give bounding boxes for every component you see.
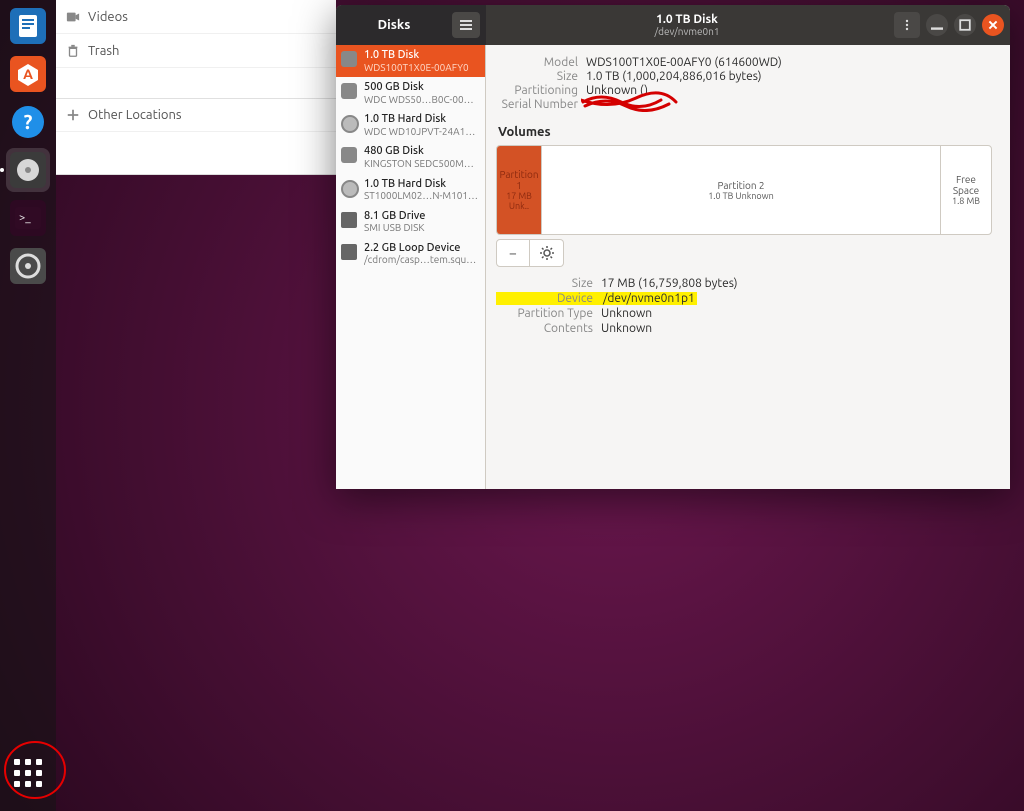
value-model: WDS100T1X0E-00AFY0 (614600WD) [586, 56, 782, 69]
files-trash[interactable]: Trash [56, 34, 336, 68]
files-label: Videos [88, 10, 128, 24]
dock-terminal[interactable]: >_ [6, 196, 50, 240]
files-videos[interactable]: Videos [56, 0, 336, 34]
disk-sub: KINGSTON SEDC500M480G [364, 158, 479, 170]
disk-name: 8.1 GB Drive [364, 210, 479, 223]
svg-text:>_: >_ [19, 212, 31, 224]
disk-name: 1.0 TB Disk [364, 49, 479, 62]
label-sel-contents: Contents [496, 322, 601, 335]
value-sel-contents: Unknown [601, 322, 652, 335]
volume-bar: Partition 117 MB Unk..Partition 21.0 TB … [496, 145, 992, 235]
annotation-circle [2, 739, 68, 801]
disk-sub: SMI USB DISK [364, 222, 479, 234]
partition-options-button[interactable] [530, 239, 564, 267]
dock-backups[interactable] [6, 244, 50, 288]
files-sidebar: Videos Trash Other Locations [56, 0, 336, 175]
svg-text:?: ? [24, 110, 33, 133]
minimize-button[interactable] [926, 14, 948, 36]
close-button[interactable] [982, 14, 1004, 36]
value-sel-size: 17 MB (16,759,808 bytes) [601, 277, 738, 290]
disk-item[interactable]: 1.0 TB Hard DiskWDC WD10JPVT-24A1YT0 [336, 109, 485, 141]
disks-titlebar[interactable]: Disks 1.0 TB Disk /dev/nvme0n1 [336, 5, 1010, 45]
minimize-icon [931, 19, 943, 31]
disk-name: 480 GB Disk [364, 145, 479, 158]
disk-title: 1.0 TB Disk [656, 13, 718, 26]
plus-icon [66, 108, 80, 122]
disk-name: 1.0 TB Hard Disk [364, 178, 479, 191]
disk-name: 500 GB Disk [364, 81, 479, 94]
maximize-button[interactable] [954, 14, 976, 36]
svg-text:A: A [23, 66, 33, 82]
dock-writer[interactable] [6, 4, 50, 48]
volume-actions: − [496, 239, 992, 267]
disk-sub: WDS100T1X0E-00AFY0 [364, 62, 479, 74]
volumes-heading: Volumes [498, 125, 992, 139]
ubuntu-dock: A ? >_ [0, 0, 56, 811]
app-title: Disks [336, 18, 452, 32]
hamburger-icon [460, 19, 472, 31]
segment-name: Partition 2 [717, 180, 764, 191]
header-center: 1.0 TB Disk /dev/nvme0n1 [486, 5, 888, 45]
segment-sub: 1.0 TB Unknown [708, 191, 774, 201]
header-left: Disks [336, 5, 486, 45]
header-right [888, 5, 1010, 45]
dock-help[interactable]: ? [6, 100, 50, 144]
volume-segment[interactable]: Partition 117 MB Unk.. [497, 146, 542, 234]
disk-name: 2.2 GB Loop Device [364, 242, 479, 255]
files-other-locations[interactable]: Other Locations [56, 98, 336, 132]
disk-path: /dev/nvme0n1 [655, 26, 720, 37]
label-size: Size [496, 70, 586, 83]
files-label: Other Locations [88, 108, 182, 122]
volume-segment[interactable]: Free Space1.8 MB [941, 146, 991, 234]
segment-name: Free Space [944, 174, 988, 196]
segment-sub: 1.8 MB [952, 196, 980, 206]
kebab-icon [901, 19, 913, 31]
remove-partition-button[interactable]: − [496, 239, 530, 267]
disk-item[interactable]: 500 GB DiskWDC WDS50…B0C-00PXH0 [336, 77, 485, 109]
disk-item[interactable]: 8.1 GB DriveSMI USB DISK [336, 206, 485, 238]
label-serial: Serial Number [496, 98, 586, 111]
disk-sub: WDC WDS50…B0C-00PXH0 [364, 94, 479, 106]
disk-sub: /cdrom/casp…tem.squashfs [364, 254, 479, 266]
disk-item[interactable]: 2.2 GB Loop Device/cdrom/casp…tem.squash… [336, 238, 485, 270]
label-sel-size: Size [496, 277, 601, 290]
label-partitioning: Partitioning [496, 84, 586, 97]
label-sel-device: Device [496, 292, 601, 305]
scribble-icon [581, 90, 681, 112]
gear-icon [540, 246, 554, 260]
disk-item[interactable]: 1.0 TB DiskWDS100T1X0E-00AFY0 [336, 45, 485, 77]
disks-window: Disks 1.0 TB Disk /dev/nvme0n1 1.0 TB [336, 5, 1010, 489]
label-sel-ptype: Partition Type [496, 307, 601, 320]
disk-list[interactable]: 1.0 TB DiskWDS100T1X0E-00AFY0500 GB Disk… [336, 45, 486, 489]
disk-sub: WDC WD10JPVT-24A1YT0 [364, 126, 479, 138]
label-model: Model [496, 56, 586, 69]
video-icon [66, 10, 80, 24]
disk-item[interactable]: 480 GB DiskKINGSTON SEDC500M480G [336, 141, 485, 173]
segment-sub: 17 MB Unk.. [500, 191, 538, 211]
dock-software[interactable]: A [6, 52, 50, 96]
segment-name: Partition 1 [499, 169, 538, 191]
close-icon [987, 19, 999, 31]
disk-item[interactable]: 1.0 TB Hard DiskST1000LM02…N-M101MBB [336, 174, 485, 206]
value-sel-device: /dev/nvme0n1p1 [601, 292, 697, 305]
drive-menu-button[interactable] [894, 12, 920, 38]
disk-sub: ST1000LM02…N-M101MBB [364, 190, 479, 202]
dock-disks[interactable] [6, 148, 50, 192]
disk-name: 1.0 TB Hard Disk [364, 113, 479, 126]
hamburger-button[interactable] [452, 12, 480, 38]
disk-detail: ModelWDS100T1X0E-00AFY0 (614600WD) Size1… [486, 45, 1010, 489]
trash-icon [66, 44, 80, 58]
maximize-icon [959, 19, 971, 31]
value-sel-ptype: Unknown [601, 307, 652, 320]
volume-segment[interactable]: Partition 21.0 TB Unknown [542, 146, 941, 234]
files-label: Trash [88, 44, 119, 58]
value-size: 1.0 TB (1,000,204,886,016 bytes) [586, 70, 762, 83]
